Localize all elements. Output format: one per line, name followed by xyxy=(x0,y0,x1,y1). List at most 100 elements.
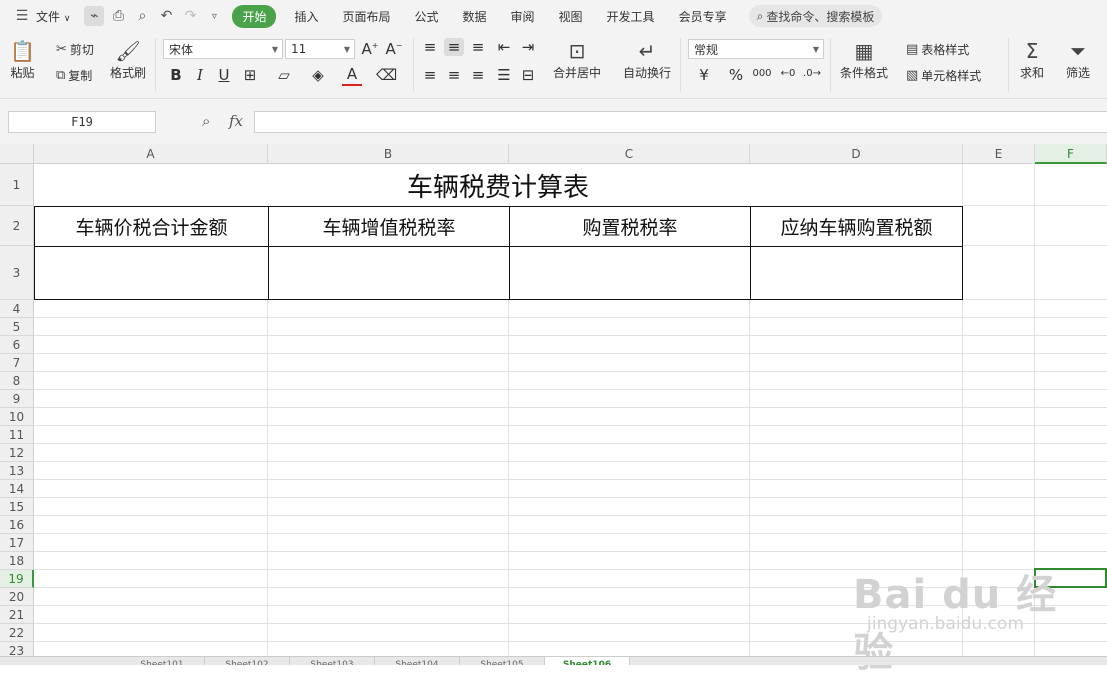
decrease-font-icon[interactable]: A− xyxy=(384,40,404,58)
justify-icon[interactable]: ☰ xyxy=(494,66,514,84)
percent-icon[interactable]: % xyxy=(726,66,746,84)
fill-color-icon[interactable]: ◈ xyxy=(308,66,328,84)
row-header[interactable]: 3 xyxy=(0,246,34,300)
distribute-icon[interactable]: ⊟ xyxy=(518,66,538,84)
hamburger-menu-icon[interactable]: ☰ xyxy=(12,6,32,26)
tab-page-layout[interactable]: 页面布局 xyxy=(330,8,402,25)
name-box[interactable]: F19 xyxy=(8,111,156,133)
row-header[interactable]: 4 xyxy=(0,300,34,318)
row-header[interactable]: 7 xyxy=(0,354,34,372)
align-bottom-icon[interactable]: ≡ xyxy=(468,38,488,56)
row-header[interactable]: 13 xyxy=(0,462,34,480)
header-cell-c2[interactable]: 购置税税率 xyxy=(509,206,751,247)
clear-format-icon[interactable]: ⌫ xyxy=(376,66,397,84)
copy-button[interactable]: ⧉ 复制 xyxy=(56,67,92,84)
sheet-title-cell[interactable]: 车辆税费计算表 xyxy=(34,164,962,206)
column-header-c[interactable]: C xyxy=(509,144,750,164)
redo-icon[interactable]: ↷ xyxy=(180,6,200,26)
fx-icon[interactable]: fx xyxy=(229,112,243,130)
header-cell-b2[interactable]: 车辆增值税税率 xyxy=(268,206,510,247)
formula-input[interactable] xyxy=(254,111,1107,133)
align-right-icon[interactable]: ≡ xyxy=(468,66,488,84)
row-header[interactable]: 2 xyxy=(0,206,34,246)
tab-review[interactable]: 审阅 xyxy=(499,8,547,25)
column-header-b[interactable]: B xyxy=(268,144,509,164)
row-header[interactable]: 11 xyxy=(0,426,34,444)
thousands-separator-icon[interactable]: 000 xyxy=(752,68,772,79)
tab-view[interactable]: 视图 xyxy=(547,8,595,25)
bold-icon[interactable]: B xyxy=(166,66,186,84)
wrap-text-button[interactable]: ↵ 自动换行 xyxy=(623,38,671,81)
format-painter-button[interactable]: 🖌 格式刷 xyxy=(110,38,146,81)
filter-button[interactable]: ⏷ 筛选 xyxy=(1066,38,1090,81)
align-middle-icon[interactable]: ≡ xyxy=(444,38,464,56)
active-cell-selection[interactable] xyxy=(1034,568,1107,588)
column-header-e[interactable]: E xyxy=(963,144,1035,164)
number-format-select[interactable]: 常规 ▼ xyxy=(688,39,824,59)
tab-data[interactable]: 数据 xyxy=(451,8,499,25)
increase-decimal-icon[interactable]: ←0 xyxy=(778,68,798,79)
column-header-f[interactable]: F xyxy=(1035,144,1107,164)
row-header[interactable]: 22 xyxy=(0,624,34,642)
align-left-icon[interactable]: ≡ xyxy=(420,66,440,84)
conditional-format-button[interactable]: ▦ 条件格式 xyxy=(840,38,888,81)
row-header[interactable]: 8 xyxy=(0,372,34,390)
sum-button[interactable]: Σ 求和 xyxy=(1020,38,1044,81)
row-header[interactable]: 10 xyxy=(0,408,34,426)
command-search[interactable]: ⌕ 查找命令、搜索模板 xyxy=(748,5,883,27)
file-menu[interactable]: 文件 ∨ xyxy=(34,8,82,25)
row-header[interactable]: 19 xyxy=(0,570,34,588)
tab-home[interactable]: 开始 xyxy=(232,4,277,28)
tab-formulas[interactable]: 公式 xyxy=(402,8,450,25)
cell-style-button[interactable]: ▧ 单元格样式 xyxy=(906,67,981,84)
tab-developer[interactable]: 开发工具 xyxy=(595,8,667,25)
cut-button[interactable]: ✂ 剪切 xyxy=(56,41,94,58)
decrease-indent-icon[interactable]: ⇤ xyxy=(494,38,514,56)
row-header[interactable]: 18 xyxy=(0,552,34,570)
column-header-d[interactable]: D xyxy=(750,144,963,164)
value-cell-b3[interactable] xyxy=(268,246,510,300)
paste-button[interactable]: 📋 粘贴 xyxy=(10,38,35,81)
header-cell-a2[interactable]: 车辆价税合计金额 xyxy=(34,206,269,247)
row-header[interactable]: 6 xyxy=(0,336,34,354)
increase-indent-icon[interactable]: ⇥ xyxy=(518,38,538,56)
row-header[interactable]: 15 xyxy=(0,498,34,516)
tab-insert[interactable]: 插入 xyxy=(282,8,330,25)
italic-icon[interactable]: I xyxy=(190,66,210,84)
table-style-button[interactable]: ▤ 表格样式 xyxy=(906,41,969,58)
font-name-select[interactable]: 宋体 ▼ xyxy=(163,39,283,59)
decrease-decimal-icon[interactable]: .0→ xyxy=(802,68,822,79)
row-header[interactable]: 9 xyxy=(0,390,34,408)
increase-font-icon[interactable]: A+ xyxy=(360,40,380,58)
print-icon[interactable]: ⎙ xyxy=(108,6,128,26)
font-size-select[interactable]: 11 ▼ xyxy=(285,39,355,59)
value-cell-a3[interactable] xyxy=(34,246,269,300)
format-painter-quick-icon[interactable]: ⌁ xyxy=(84,6,105,26)
row-header[interactable]: 20 xyxy=(0,588,34,606)
row-header[interactable]: 12 xyxy=(0,444,34,462)
row-header[interactable]: 21 xyxy=(0,606,34,624)
header-cell-d2[interactable]: 应纳车辆购置税额 xyxy=(750,206,963,247)
row-header[interactable]: 1 xyxy=(0,164,34,206)
row-header[interactable]: 23 xyxy=(0,642,34,656)
row-header[interactable]: 17 xyxy=(0,534,34,552)
currency-icon[interactable]: ¥ xyxy=(694,66,714,84)
row-header[interactable]: 14 xyxy=(0,480,34,498)
fill-pattern-icon[interactable]: ▱ xyxy=(274,66,294,84)
align-top-icon[interactable]: ≡ xyxy=(420,38,440,56)
customize-toolbar-icon[interactable]: ▿ xyxy=(204,6,224,26)
zoom-icon[interactable]: ⌕ xyxy=(202,112,210,130)
select-all-corner[interactable] xyxy=(0,144,34,164)
column-header-a[interactable]: A xyxy=(34,144,268,164)
row-header[interactable]: 16 xyxy=(0,516,34,534)
row-header[interactable]: 5 xyxy=(0,318,34,336)
value-cell-d3[interactable] xyxy=(750,246,963,300)
merge-center-button[interactable]: ⊡ 合并居中 xyxy=(553,38,601,81)
print-preview-icon[interactable]: ⌕ xyxy=(132,6,152,26)
font-color-icon[interactable]: A xyxy=(342,66,362,86)
tab-member[interactable]: 会员专享 xyxy=(667,8,739,25)
undo-icon[interactable]: ↶ xyxy=(156,6,176,26)
borders-icon[interactable]: ⊞ xyxy=(240,66,260,84)
align-center-icon[interactable]: ≡ xyxy=(444,66,464,84)
underline-icon[interactable]: U xyxy=(214,66,234,84)
